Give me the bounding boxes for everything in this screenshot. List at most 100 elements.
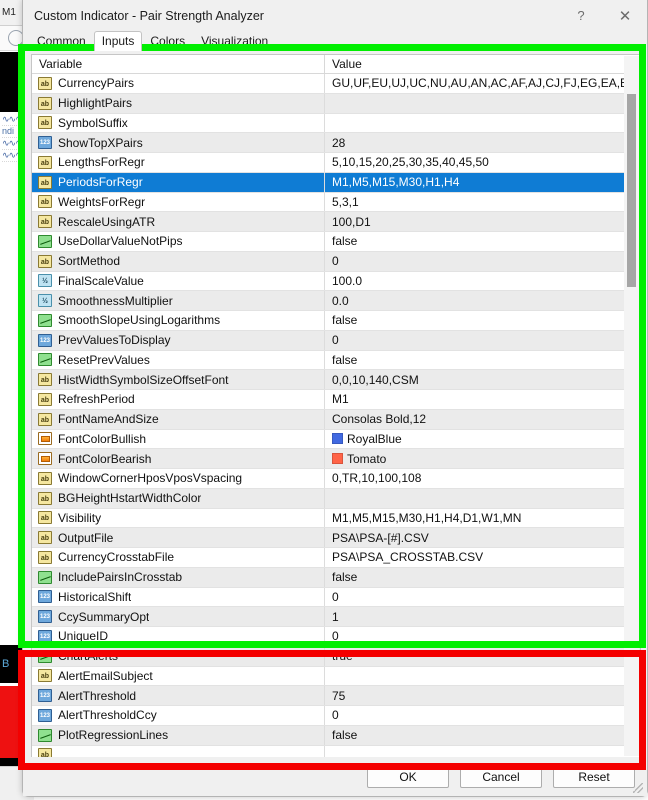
ok-button[interactable]: OK xyxy=(367,765,449,788)
table-row[interactable]: ab WindowCornerHposVposVspacing 0,TR,10,10… xyxy=(32,469,640,489)
table-row[interactable]: PlotRegressionLines false xyxy=(32,725,640,746)
cell-value[interactable]: Consolas Bold,12 xyxy=(325,410,640,429)
table-row[interactable]: 123 AlertThreshold 75 xyxy=(32,686,640,706)
cell-value[interactable]: false xyxy=(325,311,640,330)
table-row[interactable]: ab SymbolSuffix xyxy=(32,113,640,134)
cell-value[interactable]: false xyxy=(325,232,640,251)
table-row[interactable]: ab LengthsForRegr 5,10,15,20,25,30,35,40,4… xyxy=(32,153,640,173)
cancel-button[interactable]: Cancel xyxy=(460,765,542,788)
variable-name: CcySummaryOpt xyxy=(58,609,150,624)
cell-value[interactable]: 100,D1 xyxy=(325,212,640,231)
resize-grip[interactable] xyxy=(633,783,643,793)
cell-variable: ab FontNameAndSize xyxy=(32,409,325,429)
cell-value[interactable] xyxy=(325,94,640,113)
cell-value[interactable]: RoyalBlue xyxy=(325,430,640,449)
cell-value[interactable]: 0 xyxy=(325,331,640,350)
table-row[interactable]: ab OutputFile PSA\PSA-[#].CSV xyxy=(32,528,640,548)
close-icon[interactable]: ✕ xyxy=(603,0,647,31)
table-row[interactable]: FontColorBearish Tomato xyxy=(32,449,640,469)
table-row[interactable]: 123 PrevValuesToDisplay 0 xyxy=(32,330,640,351)
table-row[interactable]: ab HighlightPairs xyxy=(32,93,640,114)
cell-value[interactable]: 0 xyxy=(325,706,640,725)
table-row[interactable]: ab RefreshPeriod M1 xyxy=(32,390,640,410)
cell-value[interactable]: Tomato xyxy=(325,449,640,468)
cell-value[interactable]: 0 xyxy=(325,627,640,646)
table-row[interactable]: ab CurrencyCrosstabFile PSA\PSA_CROSSTAB.C… xyxy=(32,548,640,568)
cell-variable: ab xyxy=(32,745,325,757)
table-row[interactable]: 123 AlertThresholdCcy 0 xyxy=(32,706,640,726)
table-row[interactable]: 123 CcySummaryOpt 1 xyxy=(32,607,640,627)
tab-inputs[interactable]: Inputs xyxy=(93,31,143,51)
scrollbar-thumb[interactable] xyxy=(627,94,636,287)
cell-value[interactable]: 0 xyxy=(325,252,640,271)
cell-variable: ab HistWidthSymbolSizeOffsetFont xyxy=(32,370,325,389)
tab-visualization[interactable]: Visualization xyxy=(193,31,276,51)
value-text: 0 xyxy=(332,333,339,348)
cell-value[interactable]: 0,TR,10,100,108 xyxy=(325,469,640,488)
help-icon[interactable]: ? xyxy=(559,0,603,31)
table-row[interactable]: ab Visibility M1,M5,M15,M30,H1,H4,D1,W1,MN xyxy=(32,508,640,529)
cell-value[interactable]: 100.0 xyxy=(325,272,640,291)
table-row[interactable]: ab CurrencyPairs GU,UF,EU,UJ,UC,NU,AU,AN,A… xyxy=(32,74,640,94)
table-row[interactable]: ab BGHeightHstartWidthColor xyxy=(32,488,640,509)
table-row[interactable]: 123 ShowTopXPairs 28 xyxy=(32,133,640,153)
cell-value[interactable] xyxy=(325,114,640,133)
table-row[interactable]: ab PeriodsForRegr M1,M5,M15,M30,H1,H4 xyxy=(32,172,640,193)
variable-name: AlertThresholdCcy xyxy=(58,708,157,723)
table-row[interactable]: IncludePairsInCrosstab false xyxy=(32,567,640,588)
table-row[interactable]: ab HistWidthSymbolSizeOffsetFont 0,0,10,14… xyxy=(32,370,640,390)
cell-variable: 123 HistoricalShift xyxy=(32,587,325,607)
table-row[interactable]: SmoothSlopeUsingLogarithms false xyxy=(32,311,640,331)
table-row[interactable]: ab SortMethod 0 xyxy=(32,251,640,272)
tab-colors[interactable]: Colors xyxy=(142,31,193,51)
table-row[interactable]: ab WeightsForRegr 5,3,1 xyxy=(32,192,640,213)
table-row[interactable]: ab RescaleUsingATR 100,D1 xyxy=(32,212,640,232)
cell-variable: 123 UniqueID xyxy=(32,627,325,646)
table-row[interactable]: 123 HistoricalShift 0 xyxy=(32,587,640,608)
table-row[interactable]: FontColorBullish RoyalBlue xyxy=(32,429,640,450)
table-row[interactable]: ab xyxy=(32,745,640,758)
cell-value[interactable]: M1,M5,M15,M30,H1,H4,D1,W1,MN xyxy=(325,509,640,528)
tab-common[interactable]: Common xyxy=(29,31,94,51)
reset-button[interactable]: Reset xyxy=(553,765,635,788)
table-row[interactable]: UseDollarValueNotPips false xyxy=(32,232,640,252)
cell-value[interactable]: 0.0 xyxy=(325,291,640,310)
table-row[interactable]: ResetPrevValues false xyxy=(32,350,640,371)
cell-value[interactable]: PSA\PSA-[#].CSV xyxy=(325,528,640,547)
cell-value[interactable] xyxy=(325,489,640,508)
variable-name: SmoothSlopeUsingLogarithms xyxy=(58,313,221,328)
cell-value[interactable] xyxy=(325,667,640,686)
cell-value[interactable]: 5,3,1 xyxy=(325,193,640,212)
table-row[interactable]: ½ SmoothnessMultiplier 0.0 xyxy=(32,291,640,311)
value-text: false xyxy=(332,570,358,585)
cell-value[interactable]: true xyxy=(325,647,640,666)
cell-value[interactable]: 1 xyxy=(325,607,640,626)
variable-name: SmoothnessMultiplier xyxy=(58,293,173,308)
table-row[interactable]: ab FontNameAndSize Consolas Bold,12 xyxy=(32,409,640,430)
table-row[interactable]: ab AlertEmailSubject xyxy=(32,666,640,687)
cell-value[interactable]: false xyxy=(325,568,640,587)
cell-value[interactable]: 5,10,15,20,25,30,35,40,45,50 xyxy=(325,153,640,172)
cell-value[interactable]: M1,M5,M15,M30,H1,H4 xyxy=(325,173,640,192)
boolean-icon xyxy=(38,353,52,367)
table-row[interactable]: ½ FinalScaleValue 100.0 xyxy=(32,271,640,292)
table-row[interactable]: ChartAlerts true xyxy=(32,646,640,667)
cell-value[interactable]: PSA\PSA_CROSSTAB.CSV xyxy=(325,548,640,567)
vertical-scrollbar[interactable] xyxy=(624,56,639,756)
cell-variable: ab WindowCornerHposVposVspacing xyxy=(32,469,325,488)
variable-name: SortMethod xyxy=(58,254,121,269)
cell-value[interactable]: M1 xyxy=(325,390,640,409)
cell-value[interactable]: GU,UF,EU,UJ,UC,NU,AU,AN,AC,AF,AJ,CJ,FJ,E… xyxy=(325,74,640,93)
cell-value[interactable]: 0,0,10,140,CSM xyxy=(325,370,640,389)
cell-value[interactable]: 75 xyxy=(325,686,640,705)
cell-value[interactable] xyxy=(325,746,640,758)
cell-value[interactable]: false xyxy=(325,726,640,745)
table-header-row: Variable Value xyxy=(32,55,640,74)
table-row[interactable]: 123 UniqueID 0 xyxy=(32,627,640,647)
variable-name: ResetPrevValues xyxy=(58,352,150,367)
cell-value[interactable]: 0 xyxy=(325,588,640,607)
cell-value[interactable]: false xyxy=(325,351,640,370)
color-icon xyxy=(38,452,52,466)
cell-value[interactable]: 28 xyxy=(325,133,640,152)
cell-variable: 123 ShowTopXPairs xyxy=(32,133,325,152)
